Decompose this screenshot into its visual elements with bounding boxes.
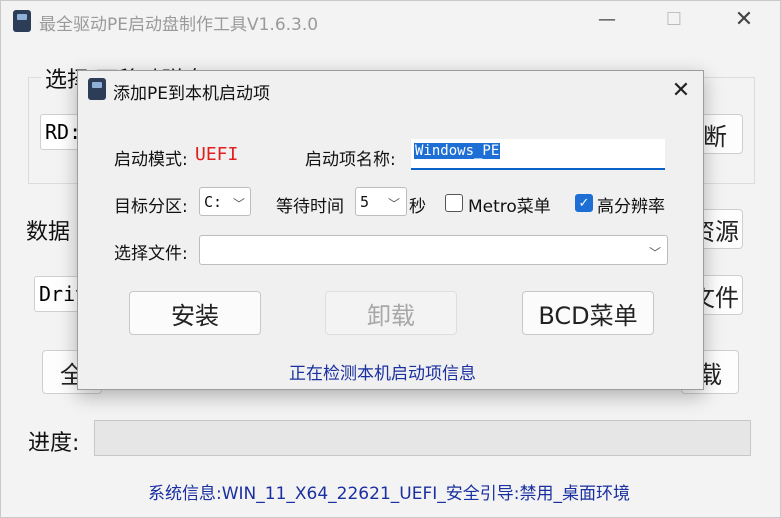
boot-name-label: 启动项名称: (305, 150, 396, 170)
chevron-down-icon: ﹀ (649, 246, 662, 260)
boot-mode-label: 启动模式: (114, 150, 188, 170)
metro-menu-checkbox[interactable] (445, 194, 463, 212)
dialog-usb-icon (88, 78, 106, 100)
wait-time-select[interactable]: 5 ﹀ (355, 187, 407, 216)
chevron-down-icon: ﹀ (388, 197, 401, 211)
system-info: 系统信息:WIN_11_X64_22621_UEFI_安全引导:禁用_桌面环境 (148, 484, 630, 504)
target-partition-value: C: (204, 192, 223, 211)
progress-bar (94, 420, 751, 456)
wait-time-unit: 秒 (409, 197, 426, 217)
uninstall-button[interactable]: 卸载 (325, 291, 457, 335)
target-partition-label: 目标分区: (114, 197, 188, 217)
maximize-icon[interactable]: ☐ (659, 9, 689, 30)
select-file-combo[interactable]: ﹀ (199, 235, 668, 265)
boot-name-value: Windows_PE (414, 143, 501, 159)
app-usb-icon (13, 10, 31, 32)
metro-menu-label: Metro菜单 (468, 197, 551, 217)
install-button[interactable]: 安装 (129, 291, 261, 335)
boot-name-input[interactable]: Windows_PE (411, 139, 665, 170)
status-text: 正在检测本机启动项信息 (289, 364, 476, 384)
window-title: 最全驱动PE启动盘制作工具V1.6.3.0 (39, 15, 319, 35)
target-partition-select[interactable]: C: ﹀ (199, 187, 251, 216)
data-label: 数据 (26, 220, 71, 245)
high-res-checkbox[interactable]: ✓ (575, 194, 593, 212)
progress-label: 进度: (28, 431, 80, 456)
add-boot-dialog: 添加PE到本机启动项 ✕ 启动模式: UEFI 启动项名称: Windows_P… (77, 70, 704, 390)
title-bar: 最全驱动PE启动盘制作工具V1.6.3.0 — ☐ ✕ (1, 1, 781, 41)
wait-time-value: 5 (360, 192, 370, 211)
bcd-menu-button[interactable]: BCD菜单 (522, 291, 654, 335)
dialog-close-icon[interactable]: ✕ (666, 75, 696, 105)
dialog-title: 添加PE到本机启动项 (113, 84, 270, 104)
chevron-down-icon: ﹀ (233, 197, 246, 211)
minimize-icon[interactable]: — (592, 9, 622, 30)
boot-mode-value: UEFI (195, 144, 239, 165)
wait-time-label: 等待时间 (276, 197, 344, 217)
select-file-label: 选择文件: (114, 244, 188, 264)
close-icon[interactable]: ✕ (729, 7, 759, 32)
high-res-label: 高分辨率 (597, 197, 665, 217)
